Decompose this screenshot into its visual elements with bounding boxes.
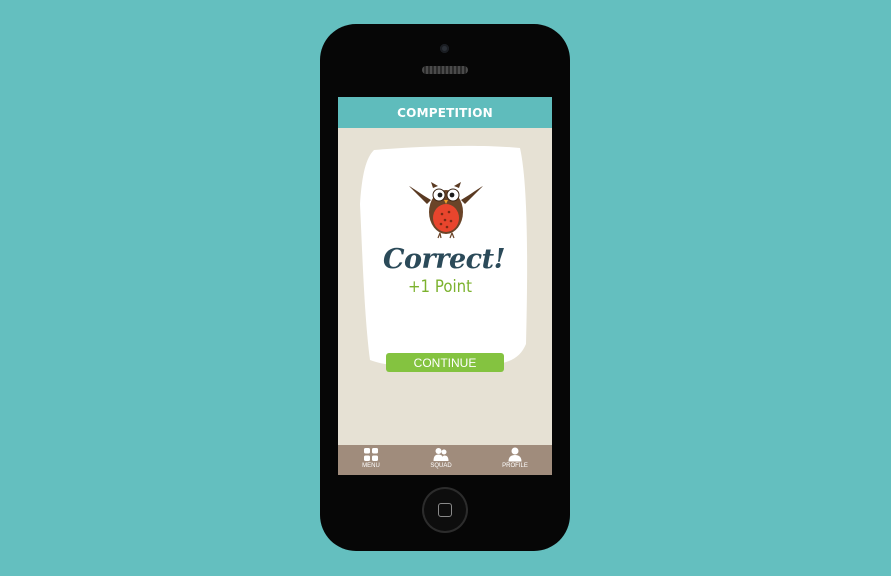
app-screen: COMPETITION Correct! +1 Point CONTINUE M… bbox=[338, 97, 552, 475]
tab-squad[interactable]: SQUAD bbox=[416, 447, 466, 475]
header-bar: COMPETITION bbox=[338, 97, 552, 128]
page-title: COMPETITION bbox=[397, 105, 493, 120]
home-square-icon bbox=[438, 503, 452, 517]
speaker-grille bbox=[422, 66, 468, 74]
tab-profile-label: PROFILE bbox=[502, 463, 528, 469]
tab-profile[interactable]: PROFILE bbox=[490, 447, 540, 475]
person-icon bbox=[508, 447, 522, 462]
camera-icon bbox=[440, 44, 449, 53]
tab-menu[interactable]: MENU bbox=[346, 447, 396, 475]
tab-squad-label: SQUAD bbox=[430, 463, 452, 469]
result-card: Correct! +1 Point CONTINUE bbox=[360, 144, 528, 372]
continue-label: CONTINUE bbox=[413, 355, 477, 370]
tab-menu-label: MENU bbox=[362, 463, 380, 469]
phone-frame: COMPETITION Correct! +1 Point CONTINUE M… bbox=[320, 24, 570, 551]
points-awarded: +1 Point bbox=[408, 277, 472, 297]
group-icon bbox=[433, 448, 449, 461]
tab-bar: MENU SQUAD PROFILE bbox=[338, 445, 552, 475]
home-button[interactable] bbox=[422, 487, 468, 533]
grid-icon bbox=[364, 448, 378, 461]
continue-button[interactable]: CONTINUE bbox=[386, 353, 504, 372]
result-title: Correct! bbox=[383, 244, 505, 275]
owl-icon bbox=[409, 182, 483, 239]
